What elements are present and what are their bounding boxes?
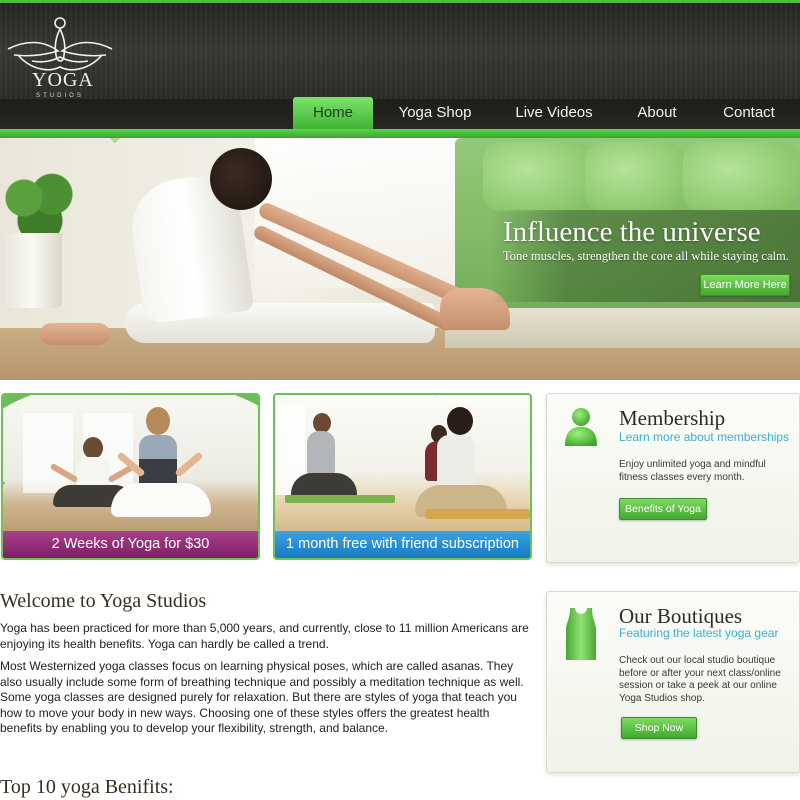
promo-photo-partner-yoga — [275, 395, 530, 535]
membership-box: Membership Learn more about memberships … — [546, 393, 800, 563]
benefits-of-yoga-button[interactable]: Benefits of Yoga — [619, 498, 707, 520]
welcome-heading: Welcome to Yoga Studios — [0, 590, 207, 612]
hero-cushion — [483, 142, 593, 212]
boutiques-link[interactable]: Featuring the latest yoga gear — [619, 626, 778, 640]
learn-more-button[interactable]: Learn More Here — [700, 274, 790, 296]
promo-photo-meditation — [3, 395, 258, 535]
site-header: YOGA STUDIOS Home Yoga Shop Live Videos … — [0, 0, 800, 141]
hero-plant — [0, 168, 80, 243]
logo-wordmark: YOGA — [32, 69, 94, 91]
hero-plant-pot — [4, 233, 62, 308]
nav-home[interactable]: Home — [293, 97, 373, 129]
asanas-paragraph: Most Westernized yoga classes focus on l… — [0, 659, 524, 735]
membership-title: Membership — [619, 406, 726, 430]
nav-live-videos[interactable]: Live Videos — [497, 97, 611, 129]
benefits-heading: Top 10 yoga Benifits: — [0, 776, 174, 798]
hero-woman-foot — [40, 323, 110, 345]
main-nav: Home Yoga Shop Live Videos About Contact — [293, 97, 795, 129]
nav-contact[interactable]: Contact — [703, 97, 795, 129]
shop-now-button[interactable]: Shop Now — [621, 717, 697, 739]
nav-about[interactable]: About — [611, 97, 703, 129]
hero-cushion — [585, 142, 685, 212]
logo[interactable]: YOGA STUDIOS — [0, 3, 120, 107]
boutiques-text: Check out our local studio boutique befo… — [619, 655, 781, 704]
logo-subtitle: STUDIOS — [36, 93, 84, 99]
tank-top-icon — [566, 608, 596, 660]
promo-card-two-weeks[interactable]: 2 Weeks of Yoga for $30 — [1, 393, 260, 560]
boutiques-box: Our Boutiques Featuring the latest yoga … — [546, 591, 800, 773]
promo-label-two-weeks[interactable]: 2 Weeks of Yoga for $30 — [3, 531, 258, 558]
promo-card-friend-subscription[interactable]: 1 month free with friend subscription — [273, 393, 532, 560]
hero-woman-head — [210, 148, 272, 210]
membership-link[interactable]: Learn more about memberships — [619, 430, 789, 444]
hero-banner: Influence the universe Tone muscles, str… — [0, 138, 800, 380]
hero-subtitle: Tone muscles, strengthen the core all wh… — [503, 249, 789, 263]
hero-title: Influence the universe — [503, 216, 761, 248]
nav-yoga-shop[interactable]: Yoga Shop — [373, 97, 497, 129]
intro-paragraph: Yoga has been practiced for more than 5,… — [0, 621, 529, 651]
promo-label-friend-subscription[interactable]: 1 month free with friend subscription — [275, 531, 530, 558]
hero-cushion — [683, 142, 798, 212]
member-person-icon — [565, 408, 597, 446]
membership-text: Enjoy unlimited yoga and mindful fitness… — [619, 459, 766, 483]
